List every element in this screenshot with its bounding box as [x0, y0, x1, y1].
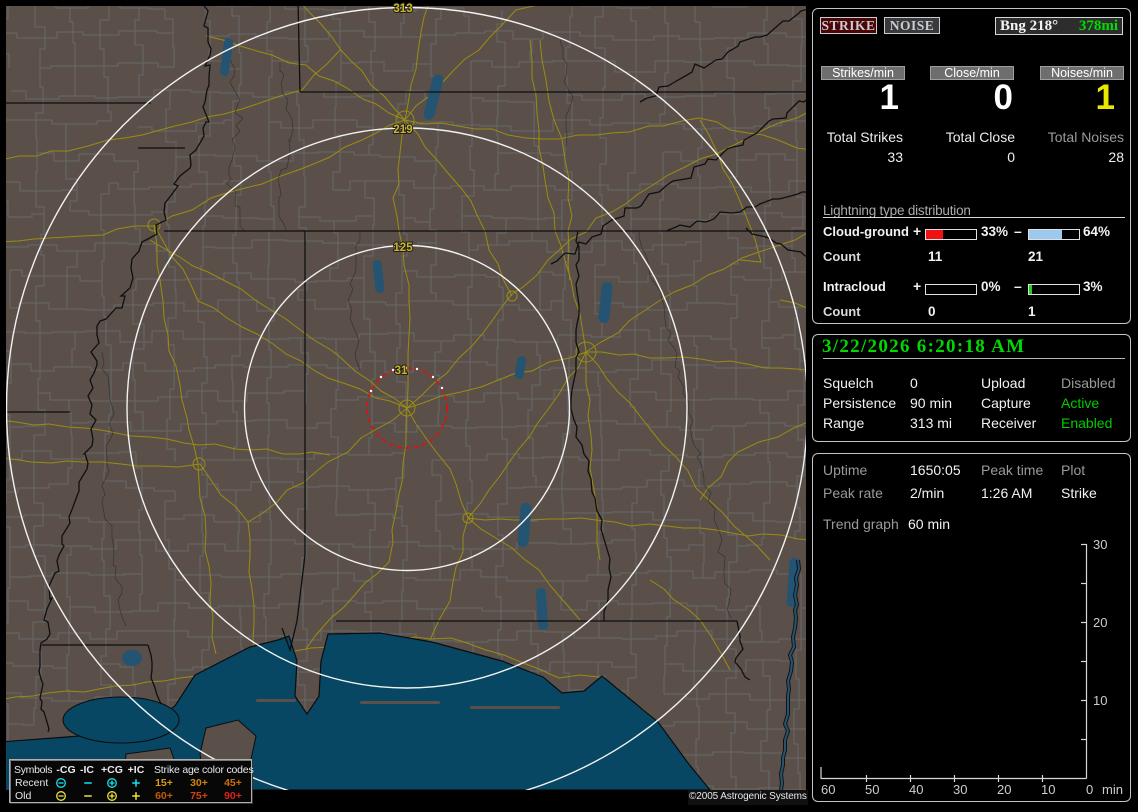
svg-text:40: 40	[909, 782, 923, 797]
svg-text:min: min	[1102, 782, 1123, 797]
svg-text:0: 0	[1086, 782, 1093, 797]
svg-text:10: 10	[1093, 693, 1107, 708]
svg-text:313: 313	[393, 3, 412, 15]
svg-text:31: 31	[395, 365, 408, 377]
svg-text:60: 60	[821, 782, 835, 797]
svg-text:219: 219	[393, 124, 412, 136]
svg-text:125: 125	[393, 242, 413, 254]
svg-text:30: 30	[1093, 537, 1107, 552]
svg-text:20: 20	[1093, 615, 1107, 630]
svg-text:20: 20	[997, 782, 1011, 797]
svg-text:30: 30	[953, 782, 967, 797]
svg-text:10: 10	[1041, 782, 1055, 797]
svg-text:50: 50	[865, 782, 879, 797]
